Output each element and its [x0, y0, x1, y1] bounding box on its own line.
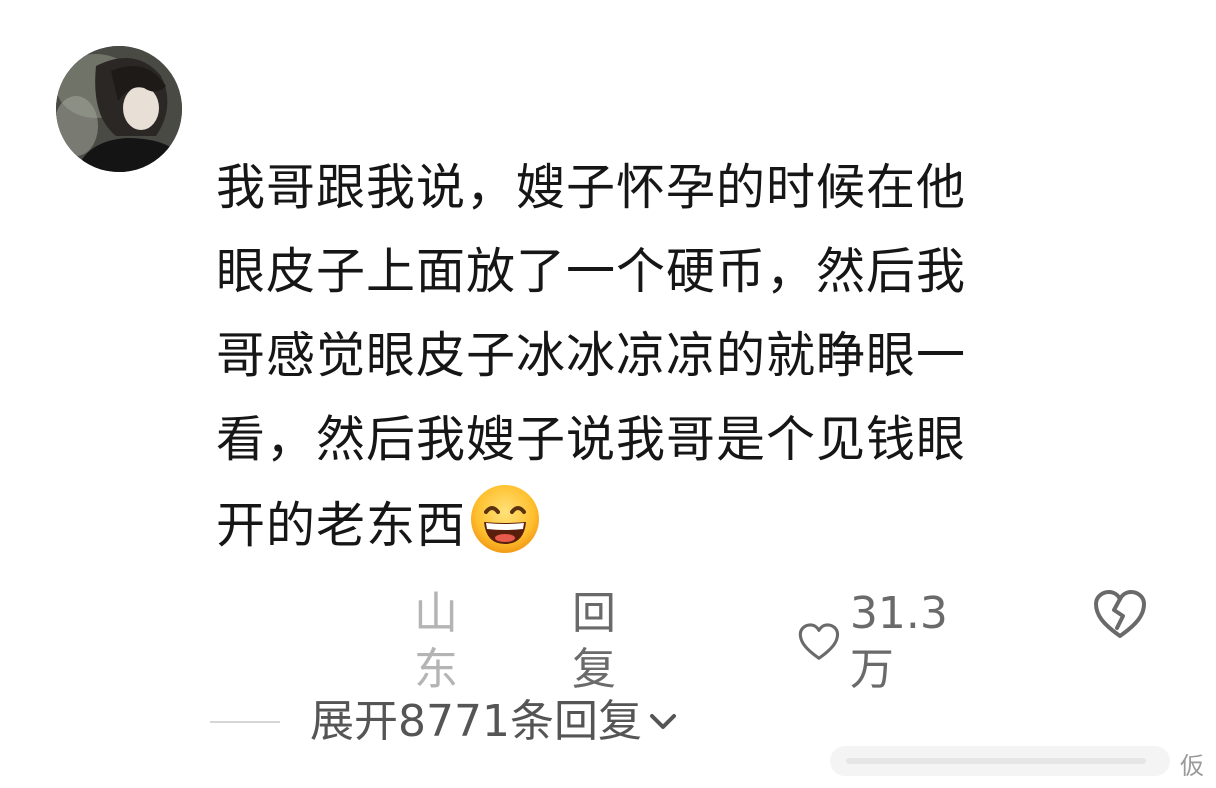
comment-line-last: 开的老东西: [216, 482, 1126, 568]
expand-divider: [210, 721, 280, 723]
comment-line: 看，然后我嫂子说我哥是个见钱眼: [216, 411, 967, 468]
location-label: 山东: [414, 588, 458, 695]
comment-line: 开的老东西: [216, 497, 467, 554]
expand-replies-button[interactable]: 展开8771条回复: [210, 694, 678, 750]
comment-line: 眼皮子上面放了一个硬币，然后我: [216, 243, 967, 300]
watermark-image: [830, 746, 1170, 776]
heart-icon: [798, 623, 840, 660]
grinning-face-icon: [471, 485, 540, 553]
comment-line: 哥感觉眼皮子冰冰凉凉的就睁眼一: [216, 327, 967, 384]
like-button[interactable]: 31.3万: [798, 586, 960, 698]
dislike-broken-heart-icon[interactable]: [1092, 588, 1148, 640]
watermark-text: 仮: [1180, 752, 1204, 780]
expand-replies-label: 展开8771条回复: [310, 696, 642, 747]
comment-line: 我哥跟我说，嫂子怀孕的时候在他: [216, 159, 967, 216]
avatar-image: [56, 46, 182, 172]
chevron-down-icon: [649, 714, 676, 729]
avatar[interactable]: [56, 46, 182, 172]
comment-text: 我哥跟我说，嫂子怀孕的时候在他 眼皮子上面放了一个硬币，然后我 哥感觉眼皮子冰冰…: [216, 146, 1126, 568]
like-count: 31.3万: [849, 588, 948, 695]
reply-button[interactable]: 回复: [572, 586, 616, 698]
